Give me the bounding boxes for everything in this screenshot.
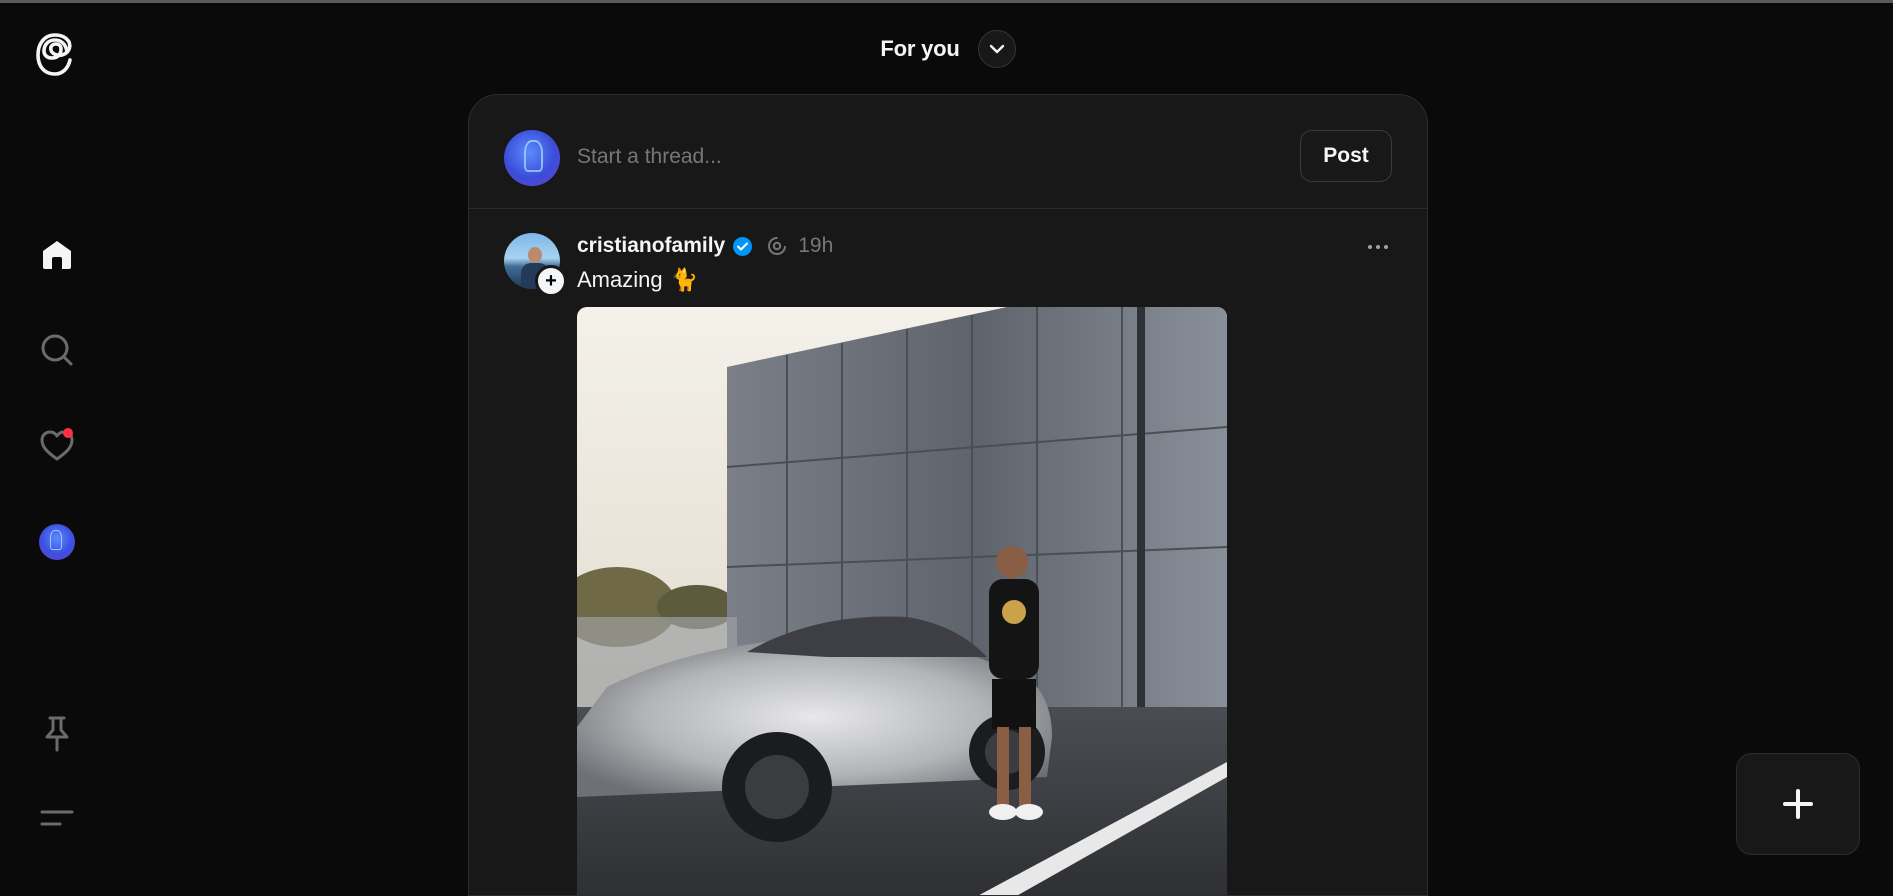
follow-plus-icon[interactable]: +	[535, 265, 567, 297]
feed-dropdown-button[interactable]	[977, 30, 1016, 68]
avatar	[39, 524, 75, 560]
post-button[interactable]: Post	[1300, 130, 1392, 182]
feed-title[interactable]: For you	[880, 36, 959, 62]
avatar[interactable]	[504, 130, 560, 186]
verified-badge-icon	[733, 236, 753, 256]
nav-activity[interactable]	[25, 414, 89, 478]
notification-dot	[63, 428, 73, 438]
home-icon	[43, 241, 71, 269]
menu-icon	[40, 810, 74, 826]
post-text: Amazing 🐈	[577, 267, 698, 293]
post-time: 19h	[798, 234, 834, 257]
feed-card: Start a thread... Post + cristianofamily…	[468, 94, 1428, 896]
nav-menu[interactable]	[25, 786, 89, 850]
threads-logo-icon[interactable]	[24, 22, 90, 88]
composer-input[interactable]: Start a thread...	[577, 145, 722, 169]
composer: Start a thread... Post	[469, 95, 1427, 209]
nav-home[interactable]	[25, 222, 89, 286]
create-post-button[interactable]	[1736, 753, 1860, 855]
repost-context-icon	[768, 237, 787, 255]
post-image[interactable]	[577, 307, 1227, 895]
left-nav	[0, 0, 114, 879]
search-icon	[41, 334, 73, 366]
post-username[interactable]: cristianofamily	[577, 234, 725, 258]
feed-header: For you	[468, 18, 1428, 80]
nav-profile[interactable]	[25, 510, 89, 574]
nav-search[interactable]	[25, 318, 89, 382]
nav-pinned[interactable]	[25, 702, 89, 766]
more-options-button[interactable]	[1363, 235, 1393, 259]
pin-icon	[45, 716, 69, 752]
post-emoji: 🐈	[670, 267, 698, 292]
post-photo	[577, 307, 1227, 895]
chevron-down-icon	[989, 44, 1004, 54]
window-top-border	[0, 0, 1893, 3]
plus-icon	[1783, 789, 1813, 819]
post-header: cristianofamily 19h	[577, 231, 833, 261]
post: + cristianofamily 19h Amazing 🐈	[469, 209, 1427, 895]
post-text-body: Amazing	[577, 267, 663, 292]
